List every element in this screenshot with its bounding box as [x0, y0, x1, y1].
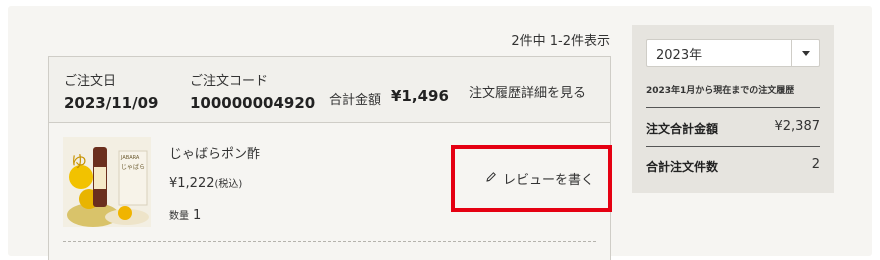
order-header: ご注文日 2023/11/09 ご注文コード 100000004920 合計金額…	[49, 57, 610, 123]
summary-divider	[646, 146, 820, 147]
product-image[interactable]: ゆ JABARA じゃばら	[63, 137, 151, 227]
total-amount-value: ¥2,387	[774, 119, 821, 134]
svg-text:ゆ: ゆ	[71, 152, 87, 171]
order-count-value: 2	[811, 157, 820, 172]
pencil-icon	[485, 171, 497, 187]
write-review-button[interactable]: レビューを書く	[451, 145, 612, 212]
chevron-down-icon[interactable]	[791, 40, 819, 66]
order-code: 100000004920	[190, 94, 316, 112]
svg-text:JABARA: JABARA	[120, 155, 140, 161]
quantity-label: 数量	[169, 211, 189, 222]
summary-divider	[646, 107, 820, 108]
order-date-label: ご注文日	[64, 74, 117, 89]
order-code-label: ご注文コード	[190, 74, 269, 89]
year-select[interactable]: 2023年	[646, 39, 820, 67]
product-quantity: 数量 1	[169, 207, 201, 223]
item-divider	[63, 241, 596, 242]
quantity-value: 1	[193, 208, 202, 223]
summary-caption: 2023年1月から現在までの注文履歴	[646, 86, 795, 96]
product-price: ¥1,222(税込)	[169, 175, 242, 191]
order-count-label: 合計注文件数	[646, 160, 719, 174]
tax-note: (税込)	[214, 179, 243, 190]
order-total-label: 合計金額	[329, 93, 382, 108]
order-detail-link[interactable]: 注文履歴詳細を見る	[469, 82, 586, 101]
product-image-art: ゆ JABARA じゃばら	[63, 137, 151, 227]
order-date: 2023/11/09	[64, 94, 159, 112]
write-review-label: レビューを書く	[502, 173, 594, 188]
order-summary-sidebar: 2023年 2023年1月から現在までの注文履歴 注文合計金額 ¥2,387 合…	[632, 25, 834, 193]
year-select-value: 2023年	[656, 47, 703, 63]
result-count: 2件中 1-2件表示	[511, 34, 610, 49]
total-amount-label: 注文合計金額	[646, 122, 719, 136]
product-image-label: じゃばら	[121, 163, 145, 171]
product-name[interactable]: じゃばらポン酢	[169, 143, 260, 162]
price-value: ¥1,222	[169, 176, 215, 191]
order-total: ¥1,496	[391, 87, 449, 105]
